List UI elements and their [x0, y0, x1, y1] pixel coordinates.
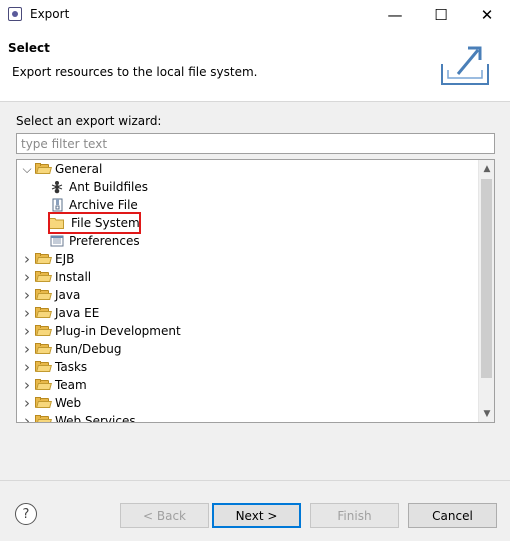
- tree-item-label: Web: [55, 396, 82, 410]
- folder-icon: [35, 271, 52, 283]
- selection-highlight: [48, 212, 141, 234]
- tree-category[interactable]: › Plug-in Development: [19, 322, 181, 340]
- tree-category[interactable]: › Web: [19, 394, 81, 412]
- tree-category[interactable]: › Install: [19, 268, 91, 286]
- page-description: Export resources to the local file syste…: [12, 65, 258, 79]
- tree-item-label: Install: [55, 270, 92, 284]
- tree-category[interactable]: › Web Services: [19, 412, 136, 423]
- chevron-right-icon[interactable]: ›: [19, 268, 35, 286]
- chevron-right-icon[interactable]: ›: [19, 322, 35, 340]
- cancel-button[interactable]: Cancel: [408, 503, 497, 528]
- next-button[interactable]: Next >: [212, 503, 301, 528]
- tree-item-label: Web Services: [55, 414, 136, 423]
- folder-icon: [35, 163, 52, 175]
- preferences-icon: [49, 233, 65, 249]
- page-title: Select: [8, 41, 50, 55]
- vertical-scrollbar[interactable]: ▲ ▼: [478, 160, 494, 422]
- tree-category[interactable]: › Java EE: [19, 304, 99, 322]
- tree-item-label: Archive File: [69, 198, 138, 212]
- chevron-down-icon[interactable]: ⌵: [19, 160, 35, 178]
- folder-icon: [35, 253, 52, 265]
- tree-category[interactable]: › EJB: [19, 250, 74, 268]
- scroll-thumb[interactable]: [481, 179, 492, 378]
- maximize-button[interactable]: ☐: [418, 0, 464, 30]
- close-button[interactable]: ✕: [464, 0, 510, 30]
- tree-item-label: Preferences: [69, 234, 140, 248]
- tree-item[interactable]: Preferences: [35, 232, 140, 250]
- tree-item-label: Team: [55, 378, 87, 392]
- eclipse-app-icon: [8, 7, 22, 21]
- tree-category[interactable]: ⌵ General: [19, 160, 102, 178]
- scroll-down-icon[interactable]: ▼: [479, 405, 494, 422]
- scroll-up-icon[interactable]: ▲: [479, 160, 494, 177]
- tree-category[interactable]: › Tasks: [19, 358, 87, 376]
- tree-item-label: Ant Buildfiles: [69, 180, 148, 194]
- title-bar: Export — ☐ ✕: [0, 0, 510, 30]
- export-banner-icon: [441, 46, 489, 85]
- filter-input[interactable]: [16, 133, 495, 154]
- tree-item-label: Java: [55, 288, 81, 302]
- chevron-right-icon[interactable]: ›: [19, 304, 35, 322]
- tree-item-label: Plug-in Development: [55, 324, 181, 338]
- archive-icon: [49, 197, 65, 213]
- chevron-right-icon[interactable]: ›: [19, 394, 35, 412]
- chevron-right-icon[interactable]: ›: [19, 340, 35, 358]
- tree-item-label: Tasks: [55, 360, 88, 374]
- tree-item-label: Java EE: [55, 306, 100, 320]
- folder-icon: [35, 415, 52, 422]
- window-title: Export: [30, 7, 70, 21]
- folder-icon: [35, 343, 52, 355]
- tree-item-label: EJB: [55, 252, 75, 266]
- folder-icon: [35, 397, 52, 409]
- chevron-right-icon[interactable]: ›: [19, 358, 35, 376]
- footer-separator: [0, 480, 510, 481]
- tree-category[interactable]: › Java: [19, 286, 80, 304]
- wizard-tree[interactable]: ⌵ General Ant Buildfiles Archive File File S…: [16, 159, 495, 423]
- chevron-right-icon[interactable]: ›: [19, 250, 35, 268]
- chevron-right-icon[interactable]: ›: [19, 412, 35, 422]
- back-button[interactable]: < Back: [120, 503, 209, 528]
- folder-icon: [35, 307, 52, 319]
- wizard-header: Select Export resources to the local fil…: [0, 30, 510, 102]
- folder-icon: [35, 379, 52, 391]
- help-icon[interactable]: ?: [15, 503, 37, 525]
- ant-icon: [49, 179, 65, 195]
- chevron-right-icon[interactable]: ›: [19, 376, 35, 394]
- wizard-select-label: Select an export wizard:: [16, 114, 162, 128]
- tree-item[interactable]: Ant Buildfiles: [35, 178, 148, 196]
- folder-icon: [35, 325, 52, 337]
- tree-category[interactable]: › Run/Debug: [19, 340, 122, 358]
- folder-icon: [35, 361, 52, 373]
- minimize-button[interactable]: —: [372, 0, 418, 30]
- tree-category[interactable]: › Team: [19, 376, 87, 394]
- tree-item-label: General: [55, 162, 103, 176]
- folder-icon: [35, 289, 52, 301]
- chevron-right-icon[interactable]: ›: [19, 286, 35, 304]
- tree-item-label: Run/Debug: [55, 342, 122, 356]
- finish-button[interactable]: Finish: [310, 503, 399, 528]
